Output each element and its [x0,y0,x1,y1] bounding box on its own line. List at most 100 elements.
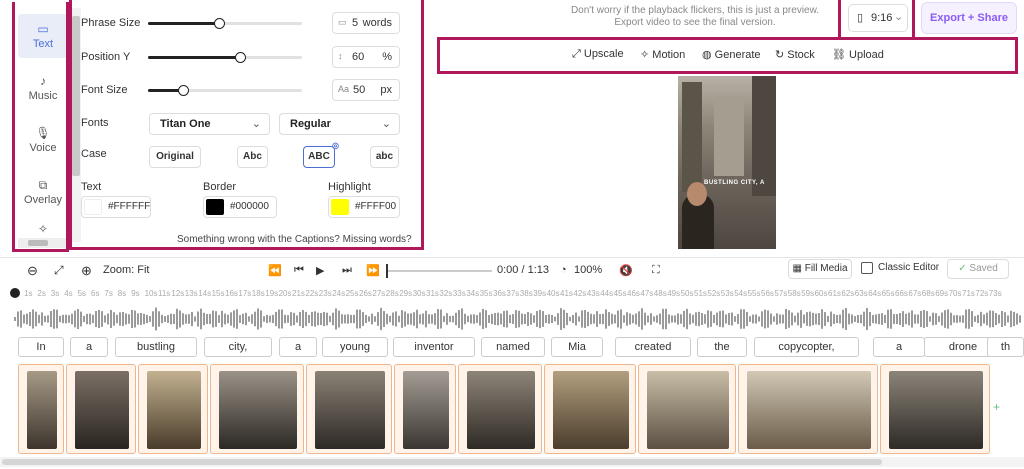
waveform-bar [956,315,958,323]
fill-media-icon: ▦ [792,263,802,274]
waveform-bar [947,309,949,329]
caption-word[interactable]: inventor [393,337,475,357]
scrollbar-thumb[interactable] [2,459,882,465]
ruler-tick-label: 48s [653,289,667,298]
waveform-bar [896,313,898,325]
media-clip[interactable] [210,364,304,454]
mute-icon[interactable]: 🔇 [619,264,633,277]
caption-word[interactable]: Mia [551,337,603,357]
waveform-bar [998,314,1000,324]
caption-word[interactable]: In [18,337,64,357]
waveform-bar [1004,312,1006,326]
waveform-bar [152,311,154,327]
waveform-bar [374,316,376,322]
caption-word[interactable]: created [615,337,691,357]
aspect-ratio-button[interactable]: ▯ 9:16 ⌄ [848,4,908,32]
audio-waveform[interactable] [14,304,1024,334]
stock-button[interactable]: ↻ Stock [775,48,815,61]
upload-button[interactable]: ⛓ Upload [832,48,884,61]
waveform-bar [569,316,571,322]
caption-word[interactable]: young [322,337,388,357]
waveform-bar [29,312,31,326]
ruler-tick-label: 14s [198,289,212,298]
ruler-tick-label: 47s [640,289,654,298]
caption-word[interactable]: a [873,337,925,357]
media-clip[interactable] [638,364,736,454]
clip-thumbnail [147,371,201,449]
media-clip[interactable] [18,364,64,454]
waveform-bar [335,308,337,330]
playhead-marker[interactable] [10,288,20,298]
waveform-bar [188,314,190,324]
waveform-bar [866,308,868,330]
ruler-tick-label: 9s [131,289,140,298]
caption-word[interactable]: named [481,337,545,357]
zoom-in-icon[interactable]: ⊕ [81,263,92,279]
motion-button[interactable]: ✧ Motion [640,48,685,61]
media-clip[interactable] [738,364,878,454]
ruler-tick-label: 43s [586,289,600,298]
waveform-bar [737,314,739,324]
fit-expand-icon[interactable]: ⤢ [54,263,64,278]
waveform-bar [944,310,946,328]
media-clip[interactable] [544,364,636,454]
zoom-label: Zoom: Fit [103,264,150,276]
waveform-bar [89,313,91,325]
waveform-bar [479,312,481,326]
caption-word[interactable]: the [697,337,747,357]
waveform-bar [899,313,901,325]
waveform-bar [764,309,766,329]
ruler-tick-label: 64s [868,289,882,298]
playback-progress[interactable] [386,264,492,278]
waveform-bar [389,315,391,323]
fullscreen-icon[interactable]: ⛶ [652,264,660,277]
export-share-button[interactable]: Export + Share [921,2,1017,34]
upscale-button[interactable]: ⤢ Upscale [572,48,624,61]
progress-handle[interactable] [386,264,388,278]
time-ruler[interactable]: 1s 2s 3s 4s 5s 6s 7s 8s 9s 10s 11s 12s 13s 14s 15s 16s 1… [10,288,1024,300]
media-clip[interactable] [138,364,208,454]
ruler-tick-label: 62s [841,289,855,298]
waveform-bar [746,311,748,327]
waveform-bar [533,315,535,323]
waveform-bar [710,311,712,327]
media-clip[interactable] [66,364,136,454]
waveform-bar [617,310,619,328]
media-clip[interactable] [880,364,990,454]
waveform-bar [62,314,64,324]
waveform-bar [272,314,274,324]
caption-word[interactable]: a [70,337,108,357]
ruler-tick-label: 49s [667,289,681,298]
waveform-bar [434,313,436,325]
video-preview[interactable]: BUSTLING CITY, A [678,76,776,249]
waveform-bar [611,313,613,325]
waveform-bar [365,314,367,324]
caption-word[interactable]: bustling [115,337,197,357]
classic-editor-toggle[interactable]: Classic Editor [857,259,941,279]
generate-button[interactable]: ◍ Generate [702,48,761,61]
waveform-bar [974,316,976,322]
ruler-tick-label: 39s [533,289,547,298]
fill-media-button[interactable]: ▦ Fill Media [788,259,852,279]
media-clip[interactable] [306,364,392,454]
aspect-ratio-value: 9:16 [871,12,893,24]
skip-forward-icon[interactable]: ⏭ [342,264,352,277]
media-clip[interactable] [394,364,456,454]
ruler-tick-label: 29s [399,289,413,298]
play-icon[interactable]: ▶ [316,264,324,277]
checkbox[interactable] [861,262,873,274]
add-clip-icon[interactable]: + [993,400,1000,414]
rewind-icon[interactable]: ⏪ [268,264,282,277]
timeline-scrollbar[interactable] [0,457,1024,467]
playback-speed[interactable]: 100% [574,264,602,276]
zoom-out-icon[interactable]: ⊖ [27,263,38,279]
media-clip[interactable] [458,364,542,454]
waveform-bar [20,310,22,328]
caption-word[interactable]: city, [204,337,272,357]
skip-back-icon[interactable]: ⏮ [294,264,304,277]
fast-forward-icon[interactable]: ⏩ [366,264,380,277]
caption-word[interactable]: a [279,337,317,357]
caption-word[interactable]: copycopter, [754,337,859,357]
waveform-bar [191,311,193,327]
caption-word[interactable]: th [987,337,1024,357]
